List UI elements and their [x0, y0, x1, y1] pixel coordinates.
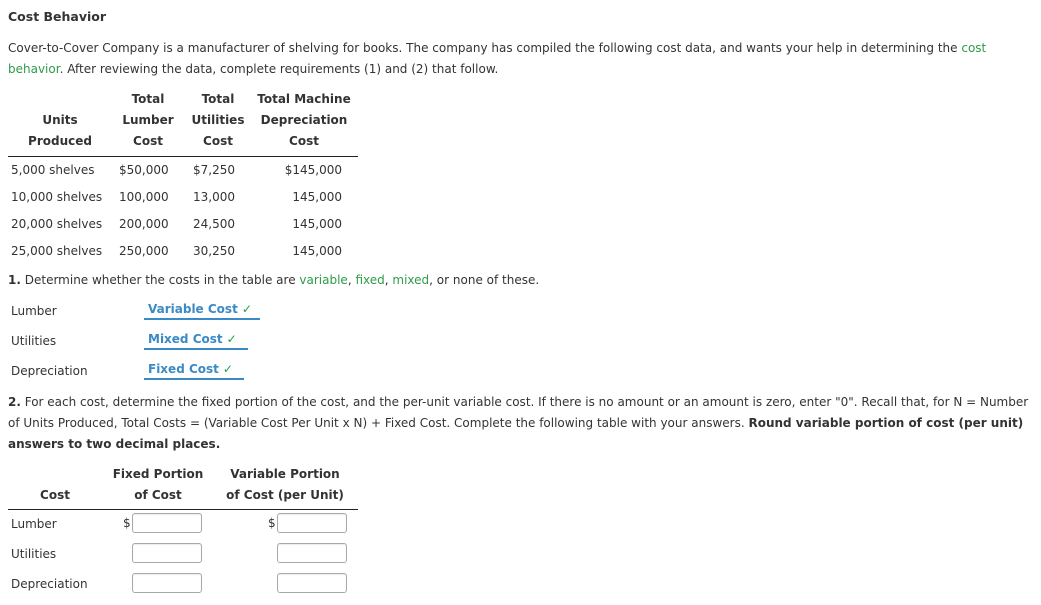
header-line: of Cost (per Unit) [226, 488, 344, 502]
table-header-rule [8, 509, 358, 510]
q1-label-lumber: Lumber [11, 304, 57, 318]
header-line: Total [201, 92, 235, 106]
checkmark-icon: ✓ [241, 302, 252, 316]
header-depreciation-cost: Total Machine Depreciation Cost [252, 89, 356, 152]
header-line: Total [131, 92, 165, 106]
intro-text: Cover-to-Cover Company is a manufacturer… [8, 41, 962, 55]
page-title: Cost Behavior [8, 9, 107, 24]
question-text: Determine whether the costs in the table… [20, 273, 300, 287]
fixed-link[interactable]: fixed [355, 273, 384, 287]
header-utilities-cost: Total Utilities Cost [188, 89, 248, 152]
checkmark-icon: ✓ [222, 362, 233, 376]
header-line: Utilities [191, 113, 245, 127]
checkmark-icon: ✓ [226, 332, 237, 346]
intro-text-end: . After reviewing the data, complete req… [59, 62, 499, 76]
row-label-utilities: Utilities [11, 547, 57, 561]
row-label-lumber: Lumber [11, 517, 57, 531]
variable-link[interactable]: variable [299, 273, 347, 287]
header-line: Cost [133, 134, 163, 148]
selected-answer: Variable Cost [148, 302, 238, 316]
currency-symbol: $ [123, 516, 131, 530]
cell-units: 25,000 shelves [11, 244, 103, 258]
cell-depreciation: 145,000 [292, 190, 342, 204]
header-line: Lumber [122, 113, 174, 127]
cell-lumber: 250,000 [119, 244, 169, 258]
header-line: Total Machine [257, 92, 351, 106]
header-line: Units [42, 113, 78, 127]
depreciation-variable-input[interactable] [277, 573, 347, 593]
currency-symbol: $ [268, 516, 276, 530]
q1-label-utilities: Utilities [11, 334, 57, 348]
header-line: Produced [28, 134, 92, 148]
intro-paragraph: Cover-to-Cover Company is a manufacturer… [8, 38, 1033, 80]
selected-answer: Mixed Cost [148, 332, 223, 346]
depreciation-fixed-input[interactable] [132, 573, 202, 593]
mixed-link[interactable]: mixed [392, 273, 429, 287]
cell-units: 20,000 shelves [11, 217, 103, 231]
cell-lumber: 100,000 [119, 190, 169, 204]
lumber-answer-dropdown[interactable]: Variable Cost ✓ [144, 302, 260, 320]
header-fixed-portion: Fixed Portion of Cost [108, 464, 208, 506]
cell-depreciation: 145,000 [292, 244, 342, 258]
header-line: of Cost [134, 488, 182, 502]
row-label-depreciation: Depreciation [11, 577, 88, 591]
cell-utilities: 13,000 [193, 190, 235, 204]
cell-lumber: 200,000 [119, 217, 169, 231]
header-line: Cost [203, 134, 233, 148]
cell-utilities: 24,500 [193, 217, 235, 231]
question-2-prompt: 2. For each cost, determine the fixed po… [8, 392, 1033, 455]
question-number: 2. [8, 395, 21, 409]
question-1-prompt: 1. Determine whether the costs in the ta… [8, 273, 539, 287]
cell-lumber: $50,000 [119, 163, 169, 177]
header-units-produced: Units Produced [10, 89, 110, 152]
utilities-variable-input[interactable] [277, 543, 347, 563]
q1-label-depreciation: Depreciation [11, 364, 88, 378]
header-variable-portion: Variable Portion of Cost (per Unit) [222, 464, 348, 506]
question-text: , or none of these. [429, 273, 540, 287]
header-line: Cost [289, 134, 319, 148]
header-line: Variable Portion [230, 467, 340, 481]
header-line [10, 89, 110, 110]
depreciation-answer-dropdown[interactable]: Fixed Cost ✓ [144, 362, 244, 380]
cell-depreciation: $145,000 [284, 163, 342, 177]
selected-answer: Fixed Cost [148, 362, 219, 376]
lumber-variable-input[interactable] [277, 513, 347, 533]
header-lumber-cost: Total Lumber Cost [113, 89, 183, 152]
question-number: 1. [8, 273, 21, 287]
table-header-rule [8, 156, 358, 157]
cell-utilities: 30,250 [193, 244, 235, 258]
header-cost: Cost [40, 488, 70, 502]
cell-units: 5,000 shelves [11, 163, 95, 177]
header-line: Depreciation [260, 113, 348, 127]
cell-utilities: $7,250 [193, 163, 235, 177]
cell-depreciation: 145,000 [292, 217, 342, 231]
lumber-fixed-input[interactable] [132, 513, 202, 533]
cell-units: 10,000 shelves [11, 190, 103, 204]
utilities-answer-dropdown[interactable]: Mixed Cost ✓ [144, 332, 248, 350]
header-line: Fixed Portion [112, 467, 204, 481]
utilities-fixed-input[interactable] [132, 543, 202, 563]
